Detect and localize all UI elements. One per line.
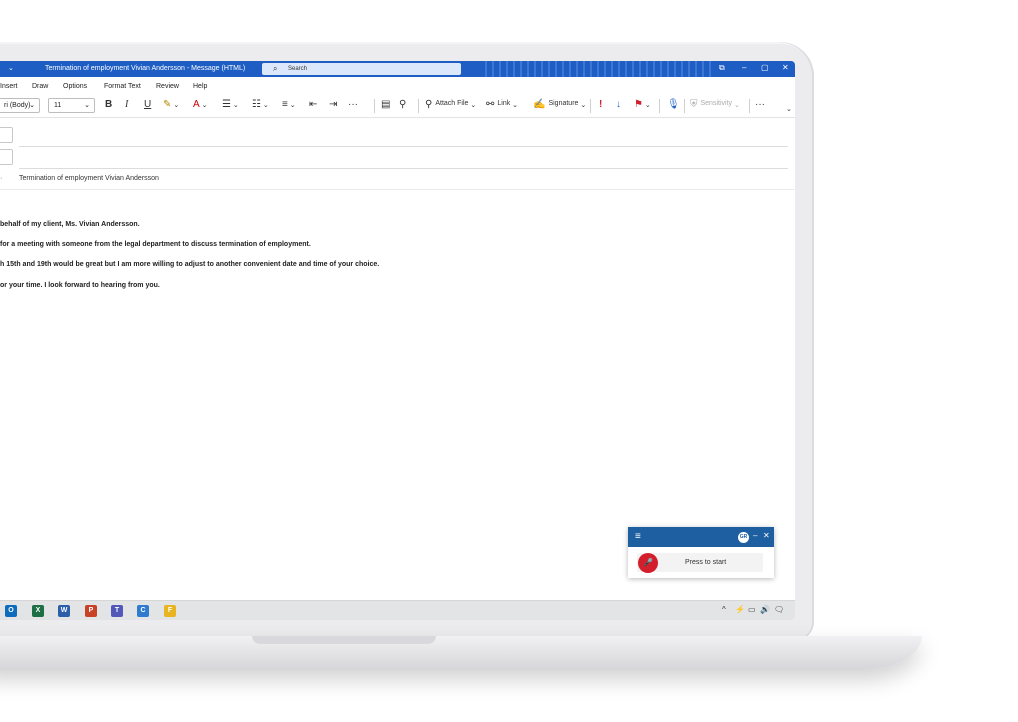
subject-label-icon: · (0, 175, 3, 182)
press-to-start-label: Press to start (685, 559, 727, 566)
more-formatting-button[interactable]: ··· (348, 99, 358, 110)
increase-indent-icon[interactable]: ⇥ (329, 99, 337, 110)
file-explorer-icon[interactable]: F (164, 605, 176, 617)
tab-draw[interactable]: Draw (32, 83, 48, 90)
subject-divider (0, 189, 795, 190)
dictate-microphone-icon[interactable]: 🎙 (667, 99, 680, 110)
font-size-select[interactable]: 11 ⌄ (48, 98, 95, 113)
laptop-notch (252, 636, 436, 644)
minimize-button[interactable]: – (742, 63, 746, 72)
search-box[interactable]: ⌕ Search (262, 63, 461, 75)
subject-field[interactable]: Termination of employment Vivian Anderss… (19, 175, 159, 182)
contacts-icon[interactable]: C (137, 605, 149, 617)
dictation-header: ≡ GR – ✕ (628, 527, 774, 547)
excel-icon[interactable]: X (32, 605, 44, 617)
tab-help[interactable]: Help (193, 83, 207, 90)
tab-format-text[interactable]: Format Text (104, 83, 141, 90)
tab-options[interactable]: Options (63, 83, 87, 90)
quick-access-chevron-icon[interactable]: ⌄ (8, 64, 14, 72)
dictation-widget: ≡ GR – ✕ 🎤 Press to start (628, 527, 774, 578)
menu-bar: Insert Draw Options Format Text Review H… (0, 80, 795, 94)
close-button[interactable]: ✕ (782, 63, 789, 72)
ribbon-divider (418, 99, 419, 113)
numbering-icon[interactable]: ☷ ⌄ (252, 99, 269, 110)
ribbon-divider (684, 99, 685, 113)
body-line: or your time. I look forward to hearing … (0, 282, 160, 289)
attach-file-button[interactable]: ⚲ Attach File ⌄ (425, 99, 476, 110)
laptop-base (0, 636, 922, 670)
body-line: for a meeting with someone from the lega… (0, 241, 311, 248)
ribbon-divider (659, 99, 660, 113)
cc-field[interactable] (19, 168, 788, 169)
maximize-button[interactable]: ▢ (761, 63, 769, 72)
microphone-icon[interactable]: 🎤 (638, 553, 658, 573)
font-name-value: ri (Body) (4, 102, 31, 109)
battery-icon[interactable]: ⚡ (735, 605, 745, 614)
check-names-icon[interactable]: ⚲ (399, 99, 406, 110)
bold-button[interactable]: B (105, 99, 112, 110)
ribbon-divider-line (0, 117, 795, 118)
bullets-icon[interactable]: ☰ ⌄ (222, 99, 239, 110)
stage: ⌄ Termination of employment Vivian Ander… (0, 0, 1018, 722)
font-name-select[interactable]: ri (Body) ⌄ (0, 98, 40, 113)
body-line: h 15th and 19th would be great but I am … (0, 261, 380, 268)
signature-label: Signature (548, 100, 579, 107)
flag-icon[interactable]: ⚑ ⌄ (634, 99, 651, 110)
more-options-button[interactable]: ··· (755, 99, 765, 110)
address-book-icon[interactable]: ▤ (381, 99, 390, 110)
highlight-icon[interactable]: ✎ ⌄ (163, 99, 179, 110)
chevron-down-icon: ⌄ (84, 102, 90, 109)
window-title: Termination of employment Vivian Anderss… (45, 65, 246, 72)
attach-file-label: Attach File (435, 100, 469, 107)
ribbon-divider (749, 99, 750, 113)
low-importance-icon[interactable]: ↓ (616, 99, 621, 110)
dictation-close-button[interactable]: ✕ (763, 531, 770, 540)
ribbon-divider (590, 99, 591, 113)
teams-icon[interactable]: T (111, 605, 123, 617)
font-size-value: 11 (54, 102, 62, 109)
link-label: Link (497, 100, 511, 107)
show-hidden-icons-icon[interactable]: ^ (722, 605, 726, 614)
ribbon: ri (Body) ⌄ 11 ⌄ B I U ✎ ⌄ A ⌄ ☰ ⌄ ☷ ⌄ ≡… (0, 95, 795, 117)
italic-button[interactable]: I (125, 99, 128, 110)
dictation-minimize-button[interactable]: – (753, 531, 757, 540)
network-icon[interactable]: ▭ (748, 605, 756, 614)
notification-icon[interactable]: 🗨 (774, 605, 784, 614)
tab-review[interactable]: Review (156, 83, 179, 90)
font-color-icon[interactable]: A ⌄ (193, 99, 207, 110)
word-icon[interactable]: W (58, 605, 70, 617)
link-button[interactable]: ⚯ Link ⌄ (486, 99, 518, 110)
chevron-down-icon: ⌄ (29, 102, 35, 109)
align-icon[interactable]: ≡ ⌄ (282, 99, 296, 110)
body-line: behalf of my client, Ms. Vivian Andersso… (0, 221, 140, 228)
sensitivity-button[interactable]: ⛨ Sensitivity ⌄ (690, 99, 740, 110)
ribbon-expand-chevron-icon[interactable]: ⌄ (786, 105, 792, 113)
to-field[interactable] (19, 146, 788, 147)
menu-icon[interactable]: ≡ (635, 531, 641, 542)
avatar[interactable]: GR (738, 532, 749, 543)
screen: ⌄ Termination of employment Vivian Ander… (0, 61, 795, 620)
outlook-icon[interactable]: O (5, 605, 17, 617)
restore-window-icon[interactable]: ⧉ (719, 63, 725, 73)
signature-button[interactable]: ✍ Signature ⌄ (533, 99, 586, 110)
high-importance-icon[interactable]: ! (599, 99, 602, 110)
title-bar-pattern (485, 61, 715, 77)
decrease-indent-icon[interactable]: ⇤ (309, 99, 317, 110)
volume-icon[interactable]: 🔊 (760, 605, 770, 614)
taskbar: O X W P T C F ^ ⚡ ▭ 🔊 🗨 (0, 600, 795, 620)
tab-insert[interactable]: Insert (0, 83, 18, 90)
search-placeholder: Search (288, 66, 308, 72)
powerpoint-icon[interactable]: P (85, 605, 97, 617)
sensitivity-label: Sensitivity (700, 100, 733, 107)
underline-button[interactable]: U (144, 99, 151, 110)
to-button[interactable] (0, 127, 13, 143)
search-icon: ⌕ (273, 64, 278, 73)
ribbon-divider (374, 99, 375, 113)
title-bar: ⌄ Termination of employment Vivian Ander… (0, 61, 795, 77)
cc-button[interactable] (0, 149, 13, 165)
